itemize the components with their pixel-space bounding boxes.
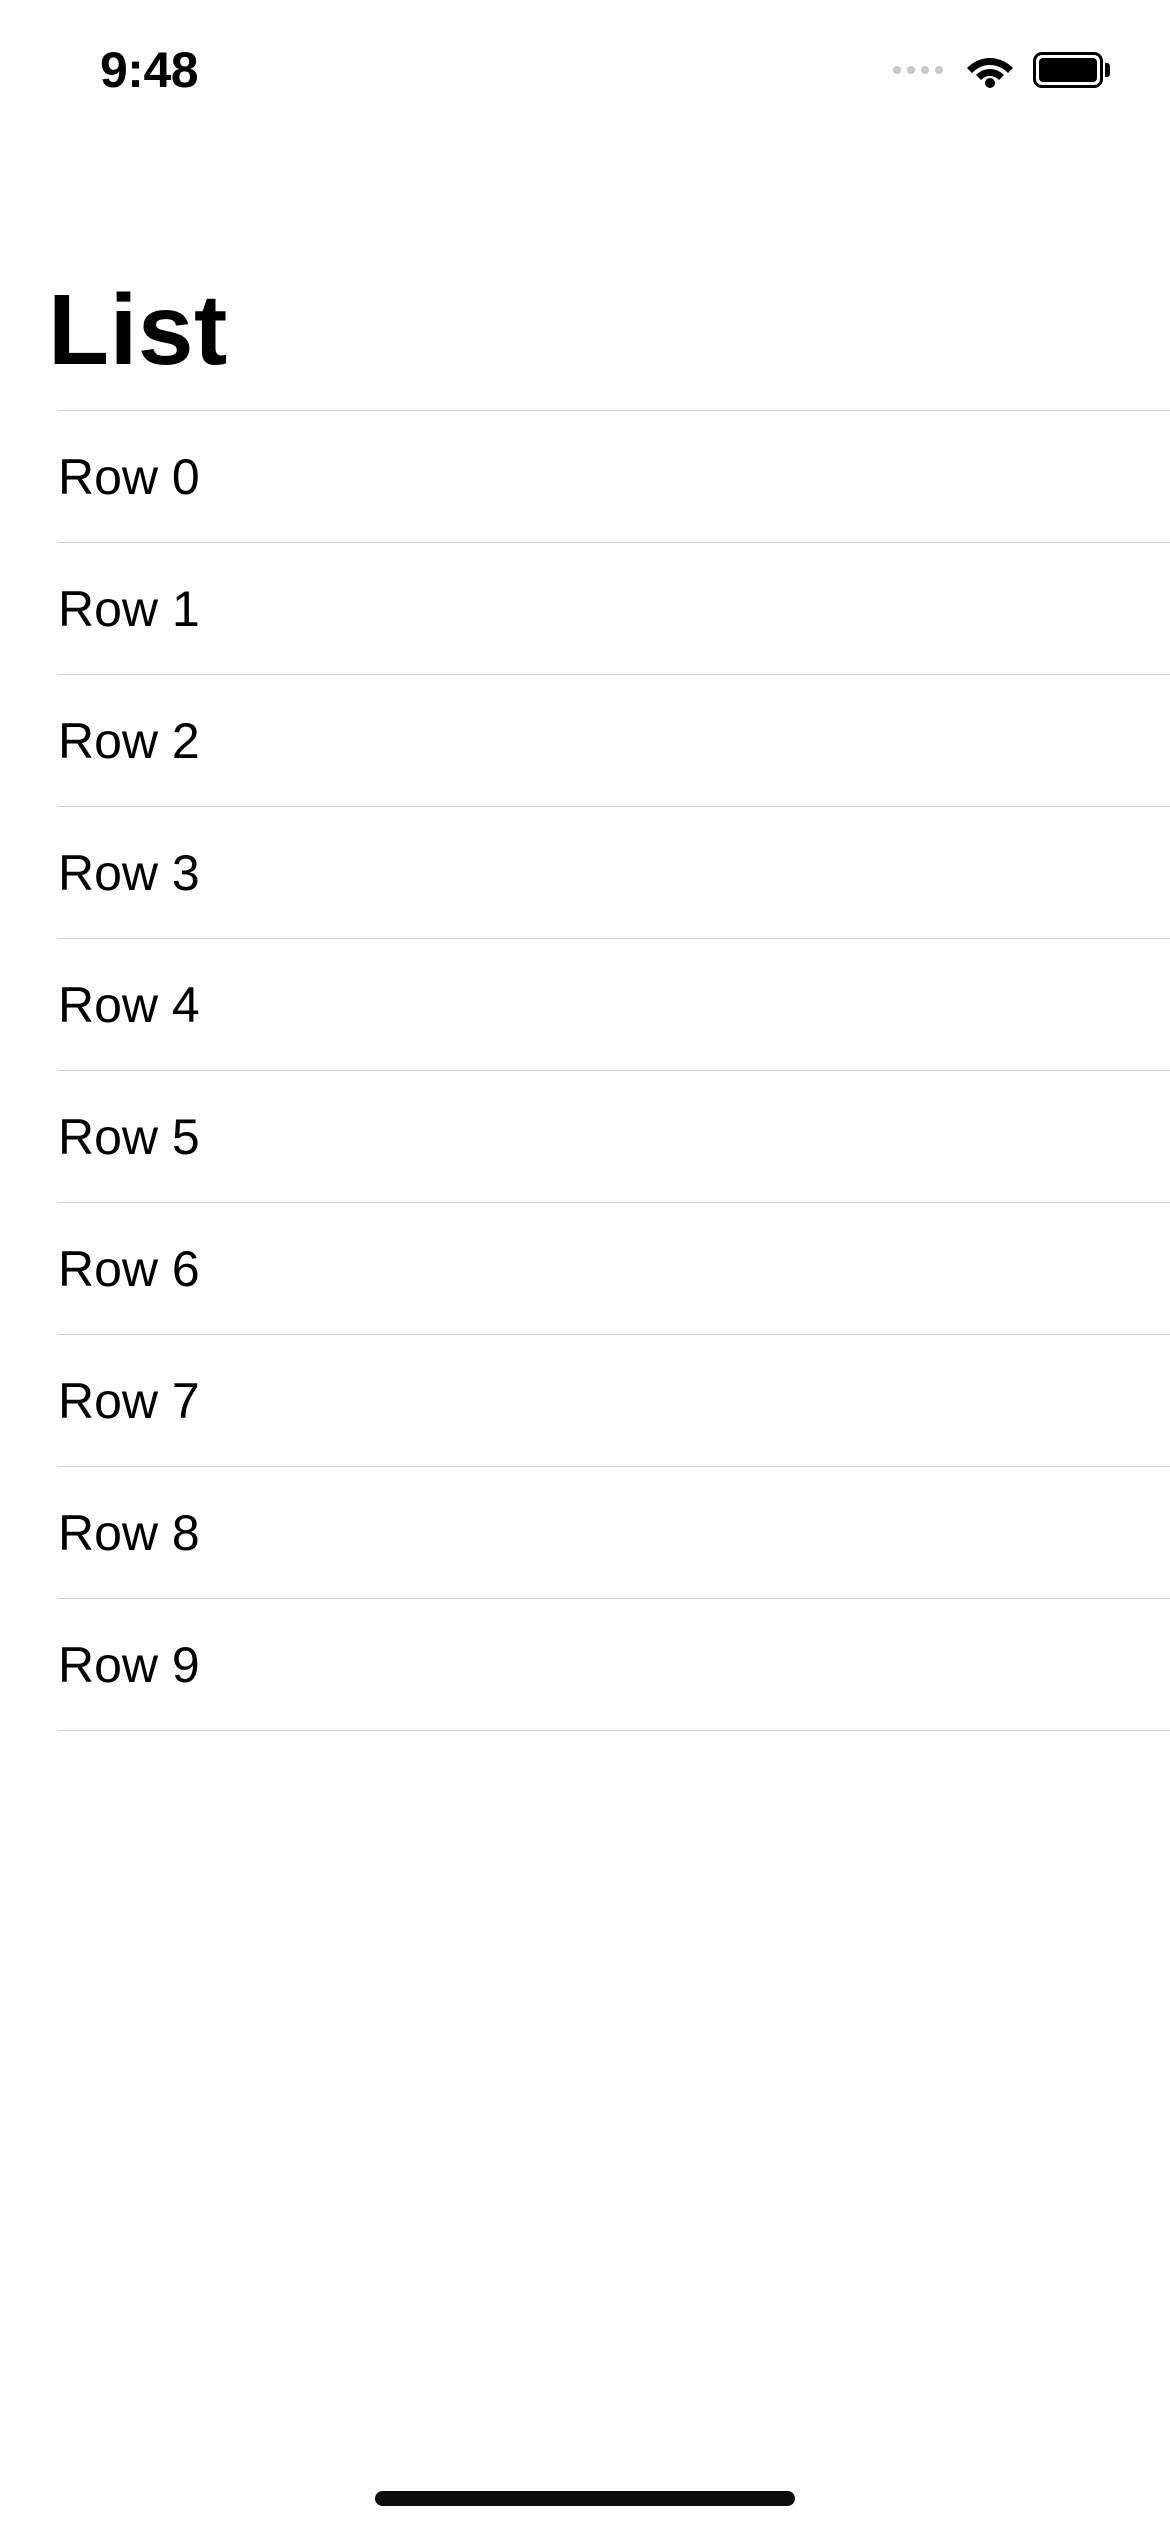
list-row-label: Row 5 [58, 1108, 200, 1166]
list-row[interactable]: Row 7 [58, 1335, 1170, 1467]
home-indicator[interactable] [375, 2491, 795, 2506]
list-row-label: Row 6 [58, 1240, 200, 1298]
status-indicators [893, 52, 1110, 88]
list-row-label: Row 9 [58, 1636, 200, 1694]
wifi-icon [965, 52, 1015, 88]
list-row-label: Row 2 [58, 712, 200, 770]
list-row[interactable]: Row 3 [58, 807, 1170, 939]
list-row-label: Row 8 [58, 1504, 200, 1562]
list[interactable]: Row 0 Row 1 Row 2 Row 3 Row 4 Row 5 Row … [58, 410, 1170, 1731]
content-area: List Row 0 Row 1 Row 2 Row 3 Row 4 Row 5… [0, 140, 1170, 2532]
list-row[interactable]: Row 2 [58, 675, 1170, 807]
page-title: List [0, 140, 1170, 410]
list-row-label: Row 4 [58, 976, 200, 1034]
list-row-label: Row 1 [58, 580, 200, 638]
list-row[interactable]: Row 9 [58, 1599, 1170, 1731]
list-row[interactable]: Row 6 [58, 1203, 1170, 1335]
list-row[interactable]: Row 8 [58, 1467, 1170, 1599]
status-bar: 9:48 [0, 0, 1170, 140]
list-row-label: Row 3 [58, 844, 200, 902]
battery-icon [1033, 52, 1110, 88]
list-row[interactable]: Row 1 [58, 543, 1170, 675]
list-row[interactable]: Row 4 [58, 939, 1170, 1071]
list-row-label: Row 0 [58, 448, 200, 506]
list-row[interactable]: Row 5 [58, 1071, 1170, 1203]
list-row[interactable]: Row 0 [58, 411, 1170, 543]
status-time: 9:48 [100, 41, 198, 99]
list-row-label: Row 7 [58, 1372, 200, 1430]
cellular-dots-icon [893, 66, 943, 74]
